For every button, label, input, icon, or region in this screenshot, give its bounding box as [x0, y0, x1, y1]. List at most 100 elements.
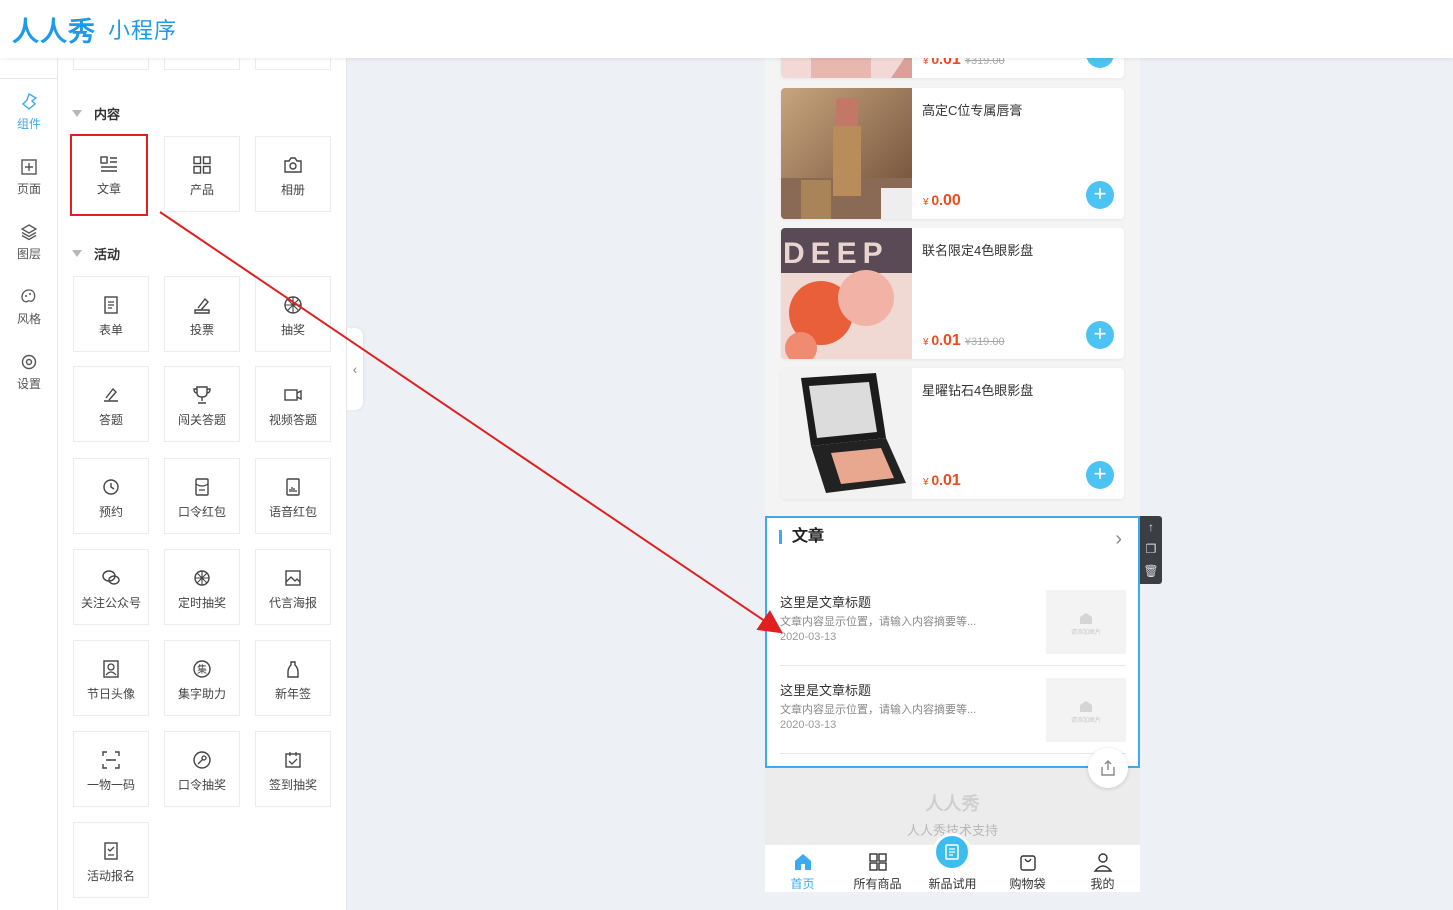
rail-label: 组件 — [16, 117, 41, 131]
component-wechat[interactable]: 关注公众号 — [73, 549, 149, 625]
tile-label: 节日头像 — [86, 687, 135, 701]
component-avatar-frame[interactable]: 节日头像 — [73, 640, 149, 716]
tile-label: 集字助力 — [177, 687, 226, 701]
component-icon — [21, 92, 38, 110]
article-item[interactable]: 这里是文章标题 文章内容显示位置，请输入内容摘要等... 2020-03-13 … — [780, 666, 1126, 754]
voice-envelope-icon — [286, 478, 300, 496]
tab-mine[interactable]: 我的 — [1065, 845, 1140, 892]
section-label: 内容 — [94, 107, 121, 122]
component-clock[interactable]: 预约 — [73, 458, 149, 534]
poster-icon — [285, 570, 301, 586]
share-icon — [1101, 760, 1115, 776]
signup-icon — [104, 842, 118, 860]
component-checkin[interactable]: 签到抽奖 — [255, 731, 331, 807]
collapse-triangle-icon — [72, 250, 82, 257]
section-label: 活动 — [94, 247, 121, 262]
component-vote[interactable]: 投票 — [164, 276, 240, 352]
component-album[interactable]: 相册 — [255, 136, 331, 212]
component-lottery-wheel[interactable]: 抽奖 — [255, 276, 331, 352]
tile-label: 活动报名 — [86, 869, 135, 883]
panel-collapse-button[interactable]: ‹ — [347, 328, 363, 410]
move-up-icon[interactable]: ↑ — [1140, 516, 1162, 538]
tile-label: 新年签 — [274, 687, 311, 701]
component-quiz[interactable]: 答题 — [73, 366, 149, 442]
tab-home[interactable]: 首页 — [765, 845, 840, 892]
section-activity-title[interactable]: 活动 — [72, 244, 120, 263]
component-signup[interactable]: 活动报名 — [73, 822, 149, 898]
brand-logo[interactable]: 人人秀 — [12, 10, 96, 49]
product-price: ¥ 0.01 ¥319.00 — [923, 58, 1005, 68]
grid-icon — [193, 156, 211, 174]
left-rail: 组件 页面 图层 风格 设置 — [0, 58, 58, 910]
avatar-frame-icon — [103, 660, 119, 678]
article-item[interactable]: 这里是文章标题 文章内容显示位置，请输入内容摘要等... 2020-03-13 … — [780, 578, 1126, 666]
tile-label: 口令红包 — [177, 505, 226, 519]
tile-label: 抽奖 — [280, 323, 305, 337]
component-key-lottery[interactable]: 口令抽奖 — [164, 731, 240, 807]
article-thumbnail: 请添加图片 — [1046, 590, 1126, 654]
product-card[interactable]: 高定C位专属唇膏 ¥ 0.00 + — [781, 88, 1124, 219]
component-poster[interactable]: 代言海报 — [255, 549, 331, 625]
product-image — [781, 58, 912, 78]
article-title: 这里是文章标题 — [780, 683, 872, 698]
key-lottery-icon — [193, 751, 211, 769]
lottery-wheel-icon — [284, 296, 302, 314]
thumb-caption: 请添加图片 — [1070, 629, 1101, 636]
divider — [0, 78, 58, 79]
bottom-tabbar: 首页 所有商品 新品试用 购物袋 我的 — [765, 833, 1140, 892]
rail-item-settings[interactable]: 设置 — [0, 352, 58, 402]
tab-bag[interactable]: 购物袋 — [990, 845, 1065, 892]
bag-icon — [1019, 855, 1036, 871]
component-form[interactable]: 表单 — [73, 276, 149, 352]
chevron-left-icon: ‹ — [352, 361, 358, 377]
tile-label: 表单 — [98, 323, 123, 337]
settings-icon — [21, 354, 37, 370]
new-product-icon[interactable] — [933, 833, 971, 871]
rail-label: 风格 — [16, 312, 41, 326]
timed-lottery-icon — [194, 570, 210, 586]
component-scan-code[interactable]: 一物一码 — [73, 731, 149, 807]
share-button[interactable] — [1088, 748, 1128, 788]
component-video[interactable]: 视频答题 — [255, 366, 331, 442]
rail-item-layers[interactable]: 图层 — [0, 222, 58, 272]
component-trophy[interactable]: 闯关答题 — [164, 366, 240, 442]
product-card[interactable]: ¥ 0.01¥319.00 + — [781, 58, 1124, 78]
red-envelope-icon — [195, 478, 209, 496]
add-to-cart-button[interactable]: + — [1086, 461, 1114, 489]
tile-label: 定时抽奖 — [177, 596, 226, 610]
tab-all-products[interactable]: 所有商品 — [840, 845, 915, 892]
tile-label: 口令抽奖 — [177, 778, 226, 792]
article-icon — [100, 156, 117, 172]
copy-icon[interactable]: ❐ — [1140, 538, 1162, 560]
add-to-cart-button[interactable]: + — [1086, 181, 1114, 209]
svg-text:DEEP: DEEP — [783, 237, 889, 270]
product-card[interactable]: DEEP 联名限定4色眼影盘 ¥ 0.01 ¥319.00 + — [781, 228, 1124, 359]
tab-label: 我的 — [1090, 877, 1115, 891]
rail-item-style[interactable]: 风格 — [0, 287, 58, 337]
add-to-cart-button[interactable]: + — [1086, 58, 1114, 68]
component-red-envelope[interactable]: 口令红包 — [164, 458, 240, 534]
component-collect-word[interactable]: 集集字助力 — [164, 640, 240, 716]
component-voice-envelope[interactable]: 语音红包 — [255, 458, 331, 534]
section-content-title[interactable]: 内容 — [72, 104, 120, 123]
component-new-year-sign[interactable]: 新年签 — [255, 640, 331, 716]
add-to-cart-button[interactable]: + — [1086, 321, 1114, 349]
component-timed-lottery[interactable]: 定时抽奖 — [164, 549, 240, 625]
chevron-right-icon[interactable]: › — [1115, 528, 1122, 551]
article-component[interactable]: 文章 › 这里是文章标题 文章内容显示位置，请输入内容摘要等... 2020-0… — [765, 516, 1140, 768]
page-plus-icon — [21, 159, 37, 175]
delete-icon[interactable]: 🗑 — [1140, 560, 1162, 582]
image-placeholder-icon — [1080, 612, 1092, 624]
product-card[interactable]: 星曜钻石4色眼影盘 ¥ 0.01 + — [781, 368, 1124, 499]
tab-label: 购物袋 — [1009, 877, 1046, 891]
clock-icon — [103, 479, 119, 495]
component-product[interactable]: 产品 — [164, 136, 240, 212]
component-tile-partial[interactable] — [164, 58, 240, 70]
product-name: 联名限定4色眼影盘 — [922, 243, 1034, 258]
rail-item-components[interactable]: 组件 — [0, 92, 58, 142]
component-tile-partial[interactable] — [255, 58, 331, 70]
app-header: 人人秀 小程序 — [0, 0, 1453, 58]
component-tile-partial[interactable] — [73, 58, 149, 70]
component-article[interactable]: 文章 — [70, 134, 148, 216]
rail-item-page[interactable]: 页面 — [0, 157, 58, 207]
